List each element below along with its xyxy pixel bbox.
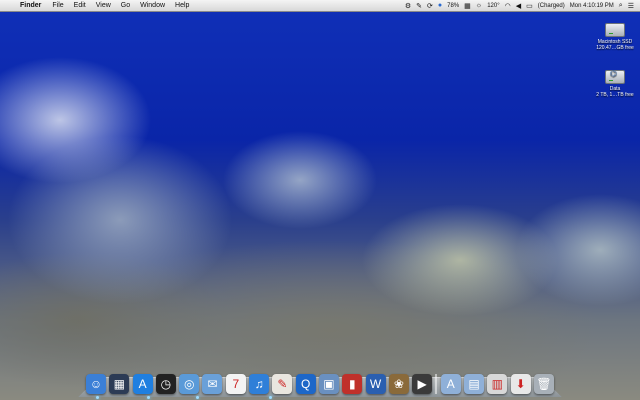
dock-trash-icon[interactable]: 🗑 [533, 374, 554, 394]
dock-documents-folder-icon[interactable]: ▤ [464, 374, 485, 394]
menu-help[interactable]: Help [170, 2, 194, 9]
dock-running-indicator [96, 396, 99, 399]
dock-downloads-stack-icon[interactable]: ▥ [487, 374, 508, 394]
network-drive-icon [605, 70, 625, 84]
desktop-wallpaper [0, 0, 640, 400]
dock-running-indicator [269, 396, 272, 399]
dock-running-indicator [147, 396, 150, 399]
battery-percent[interactable]: 78% [447, 3, 459, 9]
script-icon[interactable]: ✎ [416, 2, 422, 10]
dock: ☺ ▦ A ◷ ◎ ✉ 7 ♫ ✎ Q ▣ ▮ W ❀ ▶ A ▤ ▥ ⬇ 🗑 [86, 366, 554, 394]
dock-facetime-icon[interactable]: ▶ [412, 374, 433, 394]
status-area: ⚙ ✎ ⟳ ● 78% ▦ ☼ 120° ◠ ◀ ▭ (Charged) Mon… [405, 2, 640, 10]
desktop-icon-data[interactable]: Data 2 TB, 1…TB free [592, 70, 638, 98]
hard-drive-icon [605, 23, 625, 37]
menu-bar: Finder File Edit View Go Window Help ⚙ ✎… [0, 0, 640, 12]
dock-books-icon[interactable]: ▮ [342, 374, 363, 394]
menu-file[interactable]: File [47, 2, 68, 9]
dock-separator [435, 374, 438, 394]
battery-state[interactable]: (Charged) [538, 3, 565, 9]
dock-textedit-icon[interactable]: ✎ [272, 374, 293, 394]
spotlight-search-icon[interactable]: ⌕ [619, 2, 623, 10]
temperature-readout[interactable]: 120° [487, 3, 499, 9]
dock-applications-folder-icon[interactable]: A [440, 374, 461, 394]
desktop-icon-sublabel: 120.47…GB free [596, 45, 634, 51]
dock-word-icon[interactable]: W [365, 374, 386, 394]
globe-icon[interactable]: ● [438, 2, 442, 9]
monitor-grid-icon[interactable]: ▦ [464, 2, 471, 10]
dock-itunes-icon[interactable]: ♫ [249, 374, 270, 394]
dock-clock-icon[interactable]: ◷ [155, 374, 176, 394]
dock-mail-icon[interactable]: ✉ [202, 374, 223, 394]
thermometer-icon[interactable]: ☼ [476, 2, 482, 9]
menu-go[interactable]: Go [116, 2, 135, 9]
dock-calendar-icon[interactable]: 7 [225, 374, 246, 394]
menu-app-name[interactable]: Finder [15, 2, 47, 9]
dock-finder-icon[interactable]: ☺ [86, 374, 106, 394]
menu-edit[interactable]: Edit [69, 2, 91, 9]
dock-quicktime-icon[interactable]: Q [295, 374, 316, 394]
desktop-icon-sublabel: 2 TB, 1…TB free [596, 92, 634, 98]
dock-iphoto-icon[interactable]: ❀ [388, 374, 409, 394]
dock-app-store-icon[interactable]: A [132, 374, 153, 394]
battery-icon[interactable]: ▭ [526, 2, 533, 10]
dock-running-indicator [196, 396, 199, 399]
menu-window[interactable]: Window [135, 2, 170, 9]
dock-safari-icon[interactable]: ◎ [179, 374, 200, 394]
sync-icon[interactable]: ⟳ [427, 2, 433, 10]
volume-icon[interactable]: ◀ [516, 2, 521, 10]
menu-view[interactable]: View [91, 2, 116, 9]
desktop-icon-macintosh-ssd[interactable]: Macintosh SSD 120.47…GB free [592, 23, 638, 51]
dock-dashboard-icon[interactable]: ▦ [109, 374, 130, 394]
dock-preview-icon[interactable]: ▣ [318, 374, 339, 394]
menubar-clock[interactable]: Mon 4:10:19 PM [570, 3, 614, 9]
notification-list-icon[interactable]: ☰ [628, 2, 634, 10]
dock-download-folder-icon[interactable]: ⬇ [510, 374, 531, 394]
wifi-icon[interactable]: ◠ [505, 2, 511, 10]
tool-icon[interactable]: ⚙ [405, 2, 411, 10]
